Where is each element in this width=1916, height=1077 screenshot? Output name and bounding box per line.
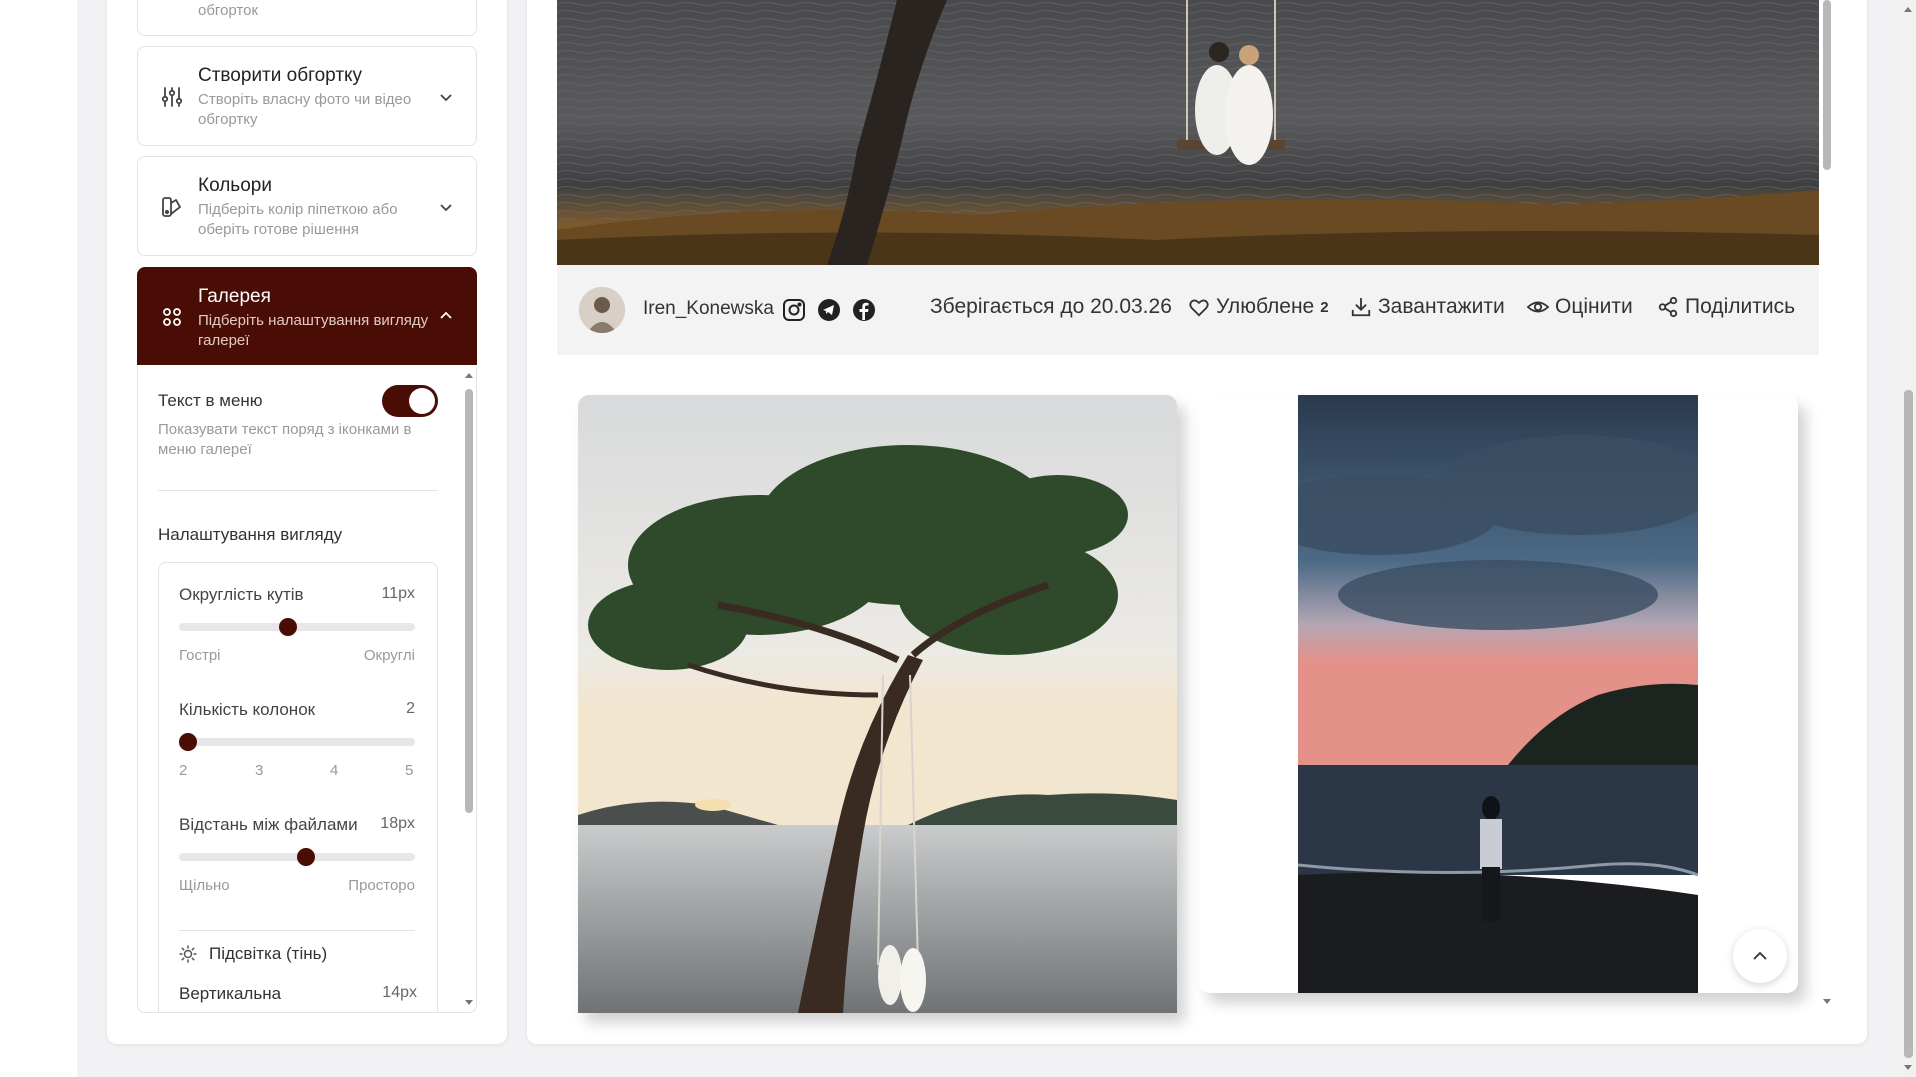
slider-track[interactable] bbox=[179, 848, 415, 866]
corner-radius-slider: Округлість кутів 11px Гострі Округлі bbox=[179, 585, 415, 675]
share-icon bbox=[1658, 296, 1678, 318]
chevron-up-icon bbox=[438, 308, 454, 324]
text-in-menu-hint: Показувати текст поряд з іконками в меню… bbox=[158, 421, 412, 458]
accordion-subtitle: Створіть власну фото чи відео обгортку bbox=[198, 91, 412, 128]
text-in-menu-label: Текст в меню bbox=[158, 391, 263, 410]
accordion-subtitle: Підберіть налаштування вигляду галереї bbox=[198, 312, 429, 349]
slider-label: Округлість кутів bbox=[179, 585, 304, 604]
tick-label: 2 bbox=[179, 762, 188, 779]
beach-sunset-illustration bbox=[1298, 395, 1698, 993]
toggle-knob bbox=[409, 388, 435, 414]
page-scrollbar[interactable] bbox=[1900, 0, 1916, 1077]
tree-swing-illustration bbox=[578, 395, 1177, 1013]
gallery-info-bar: Iren_Konewska Зберігається до 20.03.26 У… bbox=[557, 265, 1819, 355]
sliders-icon bbox=[160, 85, 184, 109]
slider-thumb[interactable] bbox=[278, 618, 297, 636]
eye-icon bbox=[1527, 301, 1549, 313]
slider-max-label: Округлі bbox=[363, 647, 415, 664]
tick-label: 3 bbox=[255, 762, 264, 779]
chevron-down-icon bbox=[438, 89, 454, 105]
facebook-icon[interactable] bbox=[852, 298, 876, 327]
download-icon bbox=[1351, 297, 1371, 317]
chevron-up-icon bbox=[1753, 951, 1767, 960]
sun-icon bbox=[179, 945, 197, 968]
slider-min-label: Щільно bbox=[179, 877, 230, 894]
gallery-settings: Текст в меню Показувати текст поряд з ік… bbox=[137, 367, 477, 1013]
gap-slider: Відстань між файлами 18px Щільно Простор… bbox=[179, 815, 415, 905]
slider-min-label: Гострі bbox=[179, 647, 221, 664]
settings-scrollbar[interactable] bbox=[462, 367, 476, 1012]
cover-photo-illustration bbox=[557, 0, 1819, 265]
gallery-photo[interactable] bbox=[578, 395, 1177, 1013]
share-button[interactable]: Поділитись bbox=[1657, 295, 1795, 319]
gallery-photo[interactable] bbox=[1199, 395, 1798, 993]
stored-until: Зберігається до 20.03.26 bbox=[930, 295, 1172, 318]
divider bbox=[179, 930, 415, 931]
appearance-heading: Налаштування вигляду bbox=[158, 525, 343, 544]
divider bbox=[158, 490, 438, 491]
scrollbar-thumb[interactable] bbox=[465, 389, 473, 813]
heart-icon bbox=[1189, 299, 1209, 317]
palette-icon bbox=[160, 195, 184, 219]
accordion-title: Кольори bbox=[198, 175, 272, 196]
slider-value: 11px bbox=[381, 585, 415, 602]
appearance-card: Округлість кутів 11px Гострі Округлі Кіл… bbox=[158, 562, 438, 1012]
favorite-label: Улюблене bbox=[1216, 295, 1315, 318]
accordion-item-top[interactable]: обгорток bbox=[137, 0, 477, 36]
author-name[interactable]: Iren_Konewska bbox=[643, 298, 774, 320]
scrollbar-thumb[interactable] bbox=[1823, 0, 1831, 170]
accordion-gallery[interactable]: Галерея Підберіть налаштування вигляду г… bbox=[137, 267, 477, 365]
favorite-count: 2 bbox=[1320, 298, 1329, 316]
accordion-create-cover[interactable]: Створити обгортку Створіть власну фото ч… bbox=[137, 46, 477, 146]
download-label: Завантажити bbox=[1378, 295, 1505, 318]
accordion-subtitle: Підберіть колір піпеткою або оберіть гот… bbox=[198, 201, 398, 238]
rate-label: Оцінити bbox=[1555, 295, 1633, 318]
vertical-value: 14px bbox=[382, 984, 417, 1001]
slider-max-label: Просторо bbox=[348, 877, 415, 894]
favorite-button[interactable]: Улюблене 2 bbox=[1188, 295, 1329, 319]
tick-label: 5 bbox=[405, 762, 414, 779]
accordion-subtitle: обгорток bbox=[198, 2, 259, 19]
scroll-up-arrow-icon[interactable] bbox=[1903, 5, 1913, 13]
scroll-to-top-button[interactable] bbox=[1733, 929, 1787, 983]
instagram-icon[interactable] bbox=[782, 298, 806, 327]
accordion-colors[interactable]: Кольори Підберіть колір піпеткою або обе… bbox=[137, 156, 477, 256]
telegram-icon[interactable] bbox=[817, 298, 841, 327]
left-strip bbox=[0, 0, 77, 1077]
grid-icon bbox=[160, 305, 184, 329]
tick-label: 4 bbox=[330, 762, 339, 779]
columns-slider: Кількість колонок 2 2 3 4 5 bbox=[179, 700, 415, 790]
rate-button[interactable]: Оцінити bbox=[1527, 295, 1633, 319]
scrollbar-thumb[interactable] bbox=[1904, 390, 1913, 1058]
scroll-down-arrow-icon[interactable] bbox=[1822, 998, 1832, 1006]
slider-thumb[interactable] bbox=[297, 848, 316, 866]
accordion-title: Галерея bbox=[198, 286, 271, 307]
shadow-label: Підсвітка (тінь) bbox=[209, 944, 328, 963]
gallery-scrollbar[interactable] bbox=[1820, 0, 1834, 1013]
share-label: Поділитись bbox=[1685, 295, 1796, 318]
slider-track[interactable] bbox=[179, 733, 415, 751]
chevron-down-icon bbox=[438, 199, 454, 215]
accordion-title: Створити обгортку bbox=[198, 65, 363, 86]
scroll-down-arrow-icon[interactable] bbox=[464, 999, 474, 1007]
slider-label: Кількість колонок bbox=[179, 700, 316, 719]
slider-label: Відстань між файлами bbox=[179, 815, 358, 834]
download-button[interactable]: Завантажити bbox=[1350, 295, 1505, 319]
scroll-up-arrow-icon[interactable] bbox=[464, 371, 474, 379]
slider-track[interactable] bbox=[179, 618, 415, 636]
vertical-label: Вертикальна bbox=[179, 984, 282, 1003]
cover-photo[interactable] bbox=[557, 0, 1819, 265]
slider-value: 18px bbox=[380, 815, 415, 832]
scroll-down-arrow-icon[interactable] bbox=[1903, 1064, 1913, 1072]
slider-thumb[interactable] bbox=[179, 733, 198, 751]
slider-value: 2 bbox=[406, 700, 415, 717]
avatar[interactable] bbox=[579, 287, 625, 333]
text-in-menu-toggle[interactable] bbox=[382, 385, 438, 417]
